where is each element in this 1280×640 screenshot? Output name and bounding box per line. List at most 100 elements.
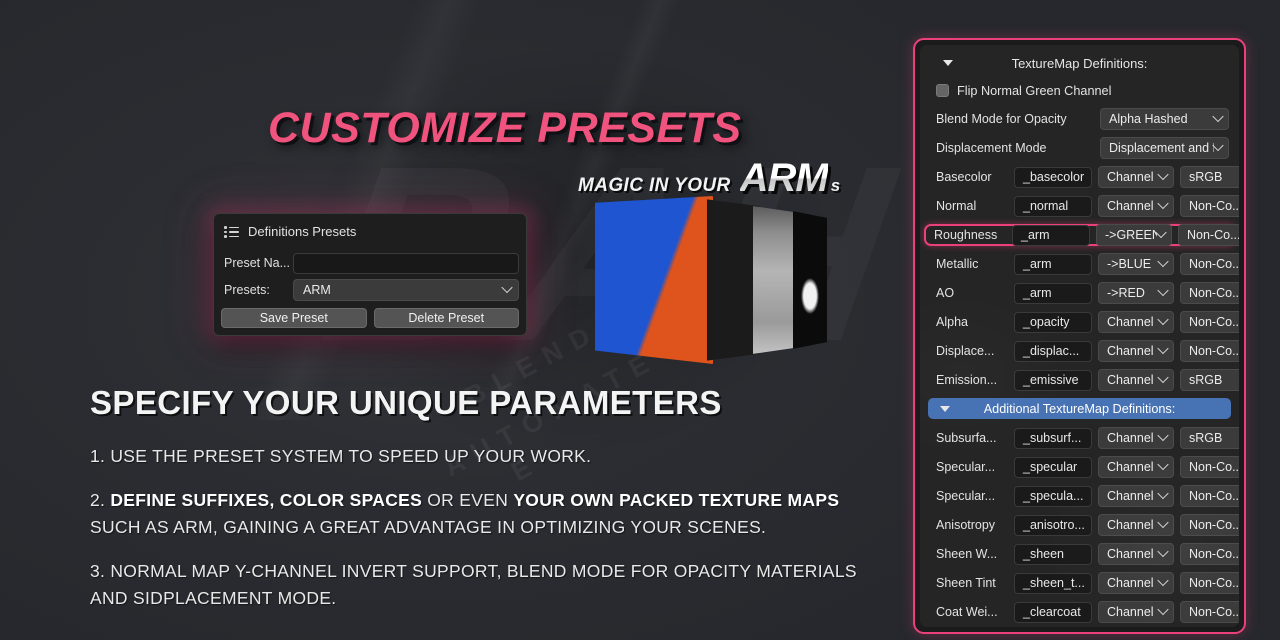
texturemap-row-label: Specular... (936, 460, 996, 474)
texturemap-colorspace-dropdown[interactable]: Non-Co... (1180, 572, 1239, 594)
texturemap-channel-dropdown[interactable]: Channel (1098, 195, 1174, 217)
texturemap-colorspace-value: Non-Co... (1189, 547, 1239, 561)
texturemap-colorspace-dropdown[interactable]: Non-Co... (1180, 195, 1239, 217)
chevron-down-icon (1157, 603, 1169, 616)
texturemap-channel-value: Channel (1107, 199, 1154, 213)
texturemap-colorspace-dropdown[interactable]: Non-Co... (1178, 224, 1239, 246)
texturemap-channel-dropdown[interactable]: ->GREEN (1096, 224, 1172, 246)
texturemap-channel-value: Channel (1107, 170, 1154, 184)
texturemap-colorspace-dropdown[interactable]: sRGB (1180, 369, 1239, 391)
flip-normal-green-channel-checkbox[interactable] (936, 84, 949, 97)
texturemap-channel-dropdown[interactable]: Channel (1098, 369, 1174, 391)
texturemap-suffix-input[interactable]: _specular (1014, 456, 1092, 478)
texturemap-channel-dropdown[interactable]: Channel (1098, 514, 1174, 536)
texturemap-colorspace-dropdown[interactable]: Non-Co... (1180, 340, 1239, 362)
texturemap-colorspace-dropdown[interactable]: Non-Co... (1180, 543, 1239, 565)
texturemap-colorspace-dropdown[interactable]: sRGB (1180, 166, 1239, 188)
texturemap-colorspace-dropdown[interactable]: Non-Co... (1180, 253, 1239, 275)
texturemap-row: Specular... _specular Channel Non-Co... (928, 456, 1239, 478)
texturemap-colorspace-dropdown[interactable]: Non-Co... (1180, 514, 1239, 536)
texturemap-channel-value: Channel (1107, 431, 1154, 445)
texturemap-colorspace-value: Non-Co... (1189, 286, 1239, 300)
texturemap-row-label: Metallic (936, 257, 979, 271)
texturemap-row: Basecolor _basecolor Channel sRGB (928, 166, 1239, 188)
texturemap-channel-dropdown[interactable]: Channel (1098, 427, 1174, 449)
texturemap-channel-dropdown[interactable]: Channel (1098, 340, 1174, 362)
texturemap-colorspace-dropdown[interactable]: Non-Co... (1180, 601, 1239, 623)
texturemap-channel-value: Channel (1107, 576, 1154, 590)
texturemap-suffix-input[interactable]: _specula... (1014, 485, 1092, 507)
texturemap-colorspace-dropdown[interactable]: Non-Co... (1180, 311, 1239, 333)
preset-name-row: Preset Na... (221, 252, 519, 274)
texturemap-row-label: AO (936, 286, 955, 300)
bullet-text-fragment: DEFINE SUFFIXES, COLOR SPACES (110, 490, 423, 510)
chevron-down-icon (1157, 574, 1169, 587)
texturemap-row: Roughness _arm ->GREEN Non-Co... (924, 224, 1239, 246)
list-icon (224, 225, 239, 238)
chevron-down-icon (501, 281, 513, 294)
texturemap-suffix-input[interactable]: _emissive (1014, 369, 1092, 391)
texturemap-suffix-input[interactable]: _sheen_t... (1014, 572, 1092, 594)
hero-subtitle-brand: ARM (739, 156, 829, 200)
texturemap-suffix-input[interactable]: _basecolor (1014, 166, 1092, 188)
texturemap-channel-dropdown[interactable]: Channel (1098, 456, 1174, 478)
bullet-text-fragment: OR EVEN (422, 490, 514, 510)
texturemap-colorspace-value: sRGB (1189, 170, 1223, 184)
presets-select-row: Presets: ARM (221, 279, 519, 301)
texturemap-row: Metallic _arm ->BLUE Non-Co... (928, 253, 1239, 275)
texturemap-channel-value: ->GREEN (1105, 228, 1157, 242)
preset-name-input[interactable] (293, 252, 519, 274)
texturemap-suffix-input[interactable]: _clearcoat (1014, 601, 1092, 623)
texturemap-row: Sheen Tint _sheen_t... Channel Non-Co... (928, 572, 1239, 594)
texturemap-row: Anisotropy _anisotro... Channel Non-Co... (928, 514, 1239, 536)
chevron-down-icon (1157, 487, 1169, 500)
texturemap-row: Displace... _displac... Channel Non-Co... (928, 340, 1239, 362)
texturemap-suffix-input[interactable]: _sheen (1014, 543, 1092, 565)
mode-row-dropdown[interactable]: Alpha Hashed (1100, 108, 1229, 130)
delete-preset-button[interactable]: Delete Preset (373, 308, 519, 328)
texturemap-channel-dropdown[interactable]: Channel (1098, 572, 1174, 594)
texturemap-colorspace-dropdown[interactable]: Non-Co... (1180, 485, 1239, 507)
texturemap-channel-value: Channel (1107, 547, 1154, 561)
chevron-down-icon (1157, 458, 1169, 471)
texturemap-channel-dropdown[interactable]: ->BLUE (1098, 253, 1174, 275)
texturemap-row-label: Emission... (936, 373, 998, 387)
texturemap-channel-dropdown[interactable]: ->RED (1098, 282, 1174, 304)
texture-plane-metallic (793, 211, 827, 349)
chevron-down-icon (1157, 197, 1169, 210)
save-preset-button[interactable]: Save Preset (221, 308, 367, 328)
texturemap-channel-value: Channel (1107, 518, 1154, 532)
texturemap-additional-rows: Subsurfa... _subsurf... Channel sRGB Specula… (928, 427, 1239, 623)
flip-normal-green-channel-row[interactable]: Flip Normal Green Channel (936, 80, 1231, 101)
texturemap-panel-header[interactable]: TextureMap Definitions: (928, 52, 1231, 74)
texturemap-suffix-input[interactable]: _subsurf... (1014, 427, 1092, 449)
texturemap-mode-rows: Blend Mode for Opacity Alpha Hashed Displa… (928, 108, 1231, 159)
mode-row-dropdown[interactable]: Displacement and B... (1100, 137, 1229, 159)
chevron-down-icon (1212, 139, 1224, 152)
additional-texturemap-header[interactable]: Additional TextureMap Definitions: (928, 398, 1231, 419)
texturemap-channel-dropdown[interactable]: Channel (1098, 543, 1174, 565)
texturemap-colorspace-value: Non-Co... (1189, 344, 1239, 358)
texturemap-colorspace-dropdown[interactable]: Non-Co... (1180, 456, 1239, 478)
texturemap-channel-dropdown[interactable]: Channel (1098, 311, 1174, 333)
texturemap-channel-value: Channel (1107, 460, 1154, 474)
texturemap-suffix-input[interactable]: _opacity (1014, 311, 1092, 333)
texturemap-channel-dropdown[interactable]: Channel (1098, 601, 1174, 623)
texturemap-suffix-input[interactable]: _arm (1014, 282, 1092, 304)
texturemap-suffix-input[interactable]: _anisotro... (1014, 514, 1092, 536)
texturemap-suffix-input[interactable]: _arm (1012, 224, 1090, 246)
texturemap-colorspace-value: sRGB (1189, 373, 1223, 387)
background-streak-1 (245, 0, 485, 420)
texturemap-channel-dropdown[interactable]: Channel (1098, 485, 1174, 507)
texturemap-definitions-panel: TextureMap Definitions: Flip Normal Gree… (913, 38, 1246, 634)
texturemap-suffix-input[interactable]: _arm (1014, 253, 1092, 275)
texturemap-colorspace-dropdown[interactable]: sRGB (1180, 427, 1239, 449)
texturemap-channel-dropdown[interactable]: Channel (1098, 166, 1174, 188)
presets-dropdown-value: ARM (303, 283, 331, 297)
texturemap-colorspace-dropdown[interactable]: Non-Co... (1180, 282, 1239, 304)
mode-row-dropdown-value: Alpha Hashed (1109, 112, 1188, 126)
texturemap-suffix-input[interactable]: _normal (1014, 195, 1092, 217)
texturemap-colorspace-value: Non-Co... (1187, 228, 1239, 242)
presets-dropdown[interactable]: ARM (293, 279, 519, 301)
texturemap-suffix-input[interactable]: _displac... (1014, 340, 1092, 362)
